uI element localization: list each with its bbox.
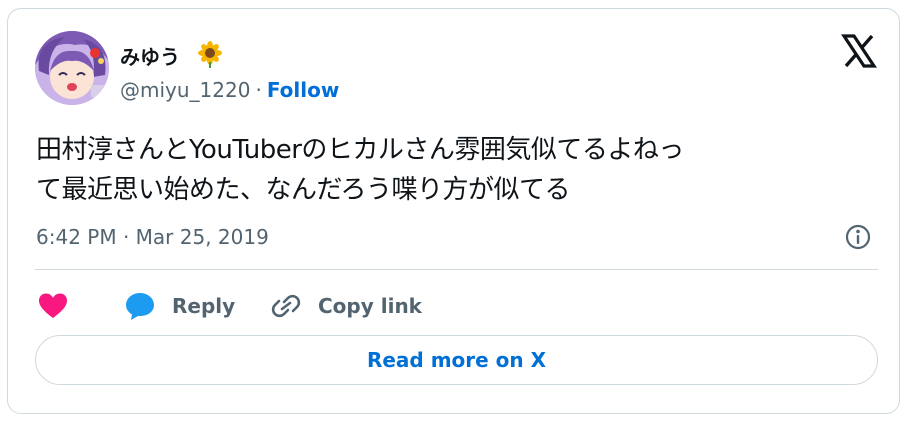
read-more-label: Read more on X bbox=[366, 348, 547, 372]
like-button[interactable] bbox=[38, 289, 68, 323]
tweet-text: 田村淳さんとYouTuberのヒカルさん雰囲気似てるよねっ て最近思い始めた、な… bbox=[36, 130, 886, 210]
tweet-text-line: 田村淳さんとYouTuberのヒカルさん雰囲気似てるよねっ bbox=[36, 135, 684, 165]
x-logo-icon[interactable] bbox=[841, 33, 877, 69]
separator-dot: · bbox=[255, 78, 262, 102]
info-icon[interactable] bbox=[844, 223, 872, 251]
read-more-button[interactable]: Read more on X bbox=[35, 335, 878, 385]
handle[interactable]: @miyu_1220 bbox=[120, 78, 250, 102]
avatar[interactable] bbox=[35, 31, 109, 105]
follow-button[interactable]: Follow bbox=[267, 78, 340, 102]
handle-line: @miyu_1220 · Follow bbox=[120, 78, 339, 102]
display-name[interactable]: みゆう bbox=[120, 41, 180, 70]
reply-label: Reply bbox=[172, 294, 236, 318]
sunflower-emoji bbox=[198, 41, 222, 68]
link-icon bbox=[271, 294, 301, 318]
divider bbox=[35, 269, 878, 270]
copy-link-button[interactable]: Copy link bbox=[270, 289, 422, 323]
heart-icon bbox=[39, 293, 67, 318]
tweet-card: みゆう @miyu_1220 · Follow 田村淳さんとYouTuberのヒカル… bbox=[7, 8, 900, 414]
speech-bubble-icon bbox=[126, 293, 154, 320]
timestamp[interactable]: 6:42 PM · Mar 25, 2019 bbox=[36, 225, 269, 249]
tweet-text-line: て最近思い始めた、なんだろう喋り方が似てる bbox=[36, 175, 570, 205]
reply-button[interactable]: Reply bbox=[124, 289, 235, 323]
copy-link-label: Copy link bbox=[318, 294, 422, 318]
